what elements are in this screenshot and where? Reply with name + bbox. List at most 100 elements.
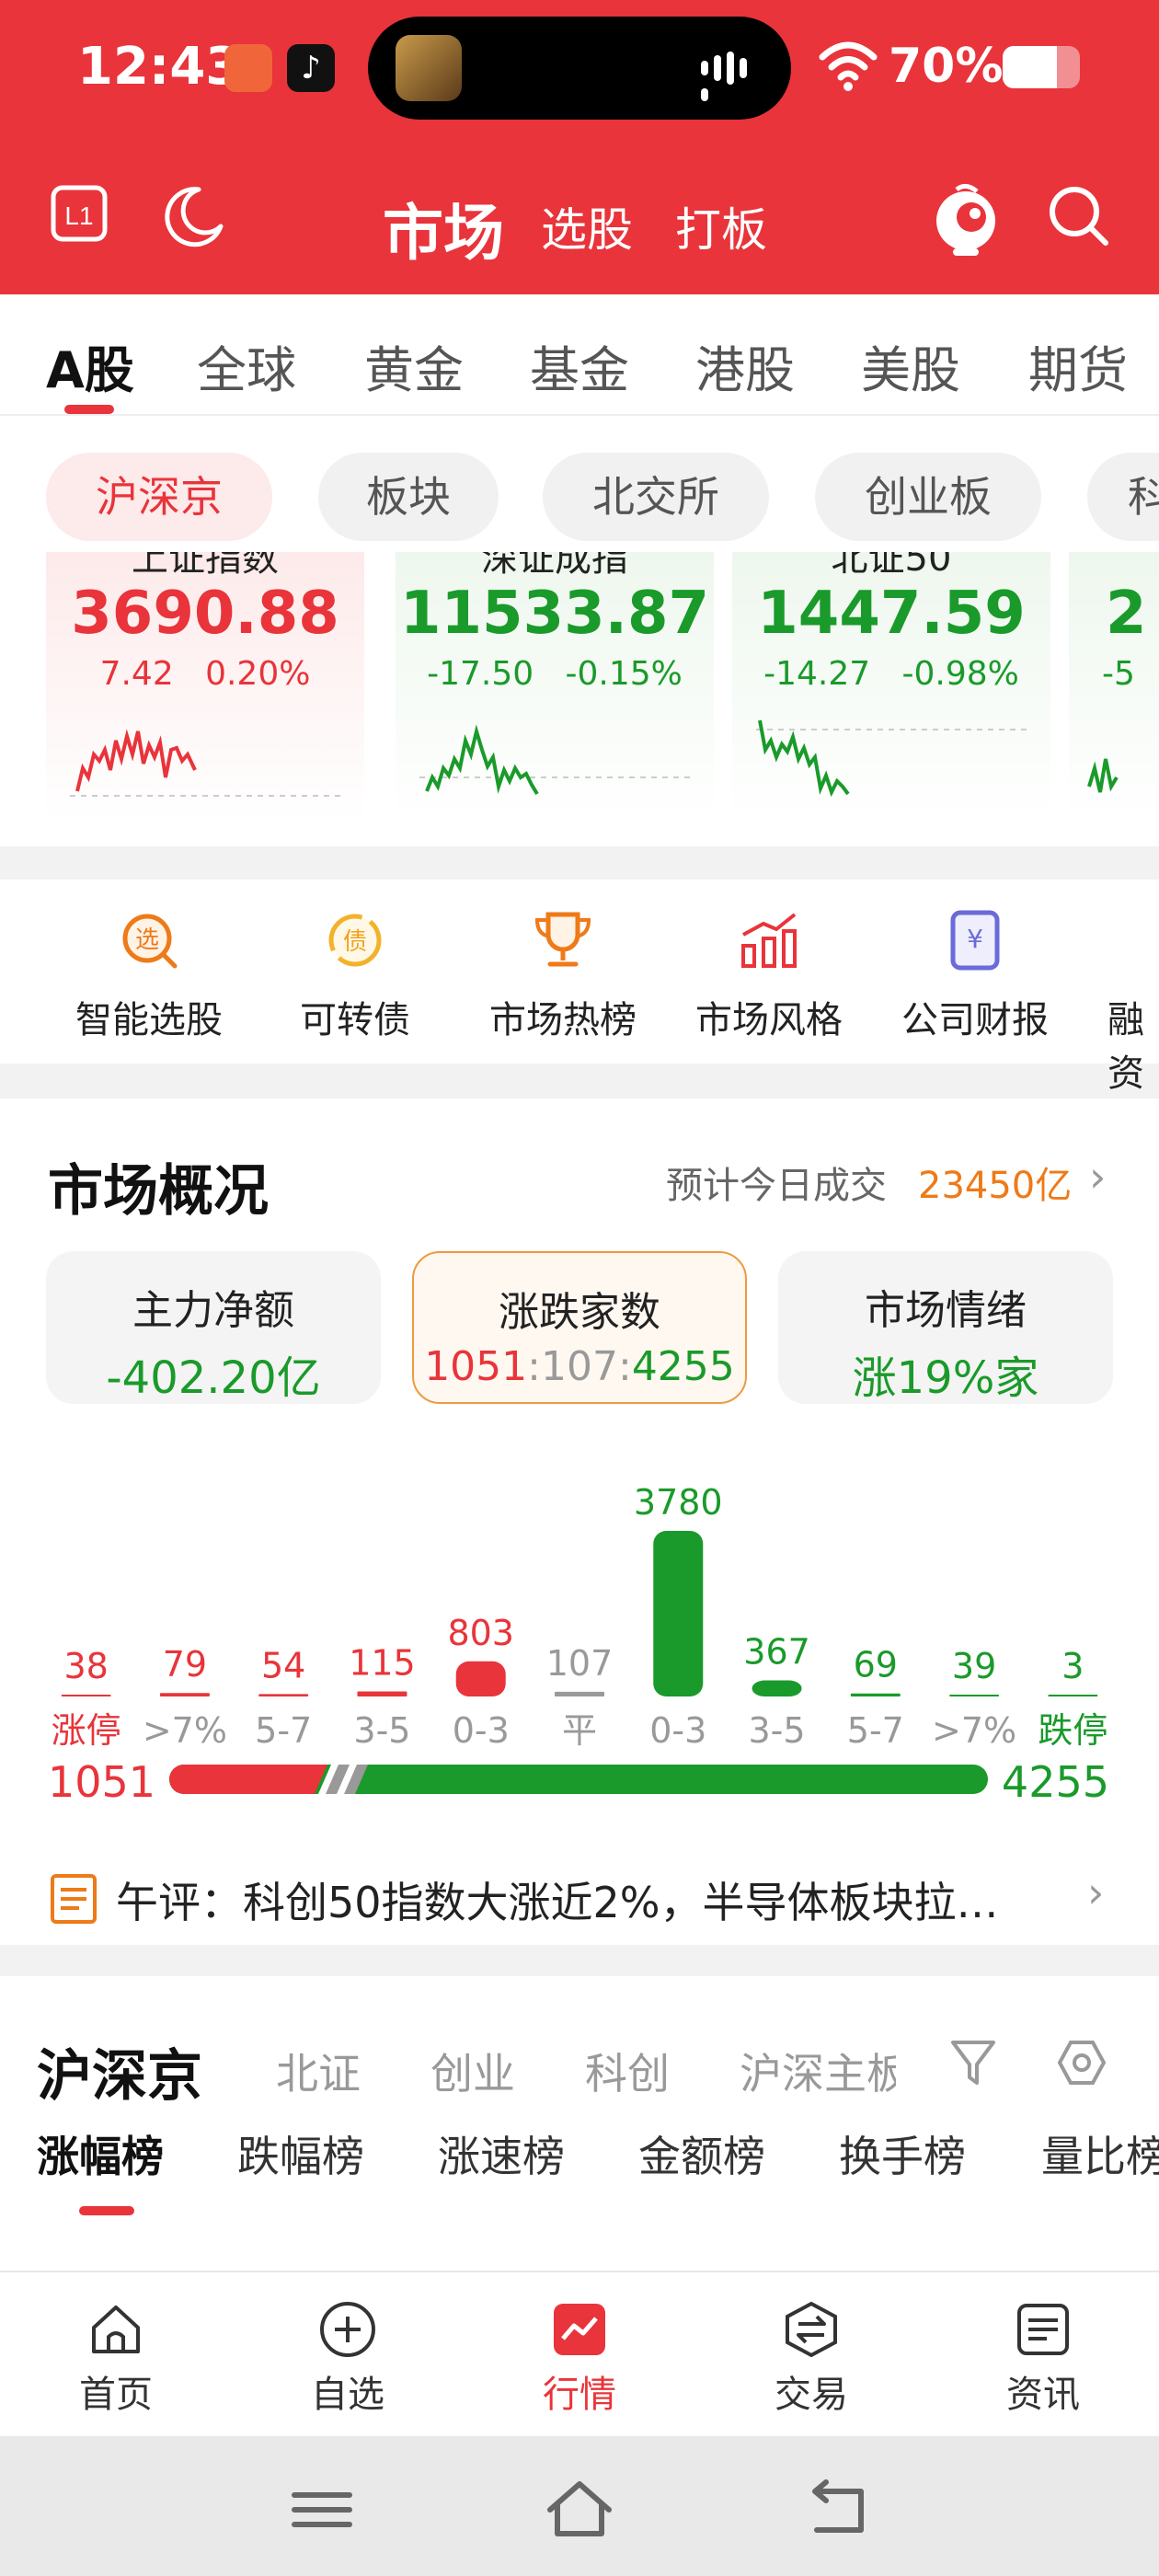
tab-stock-picking[interactable]: 选股 (541, 193, 633, 259)
news-headline: 午评：科创50指数大涨近2%，半导体板块拉… (116, 1878, 999, 1927)
distribution-chart: 38涨停79>7%545-71153-58030-3107平37800-3367… (52, 1482, 1108, 1751)
assistant-mascot-icon[interactable] (929, 180, 1003, 258)
index-value: 1447.59 (757, 580, 1026, 648)
page-title[interactable]: 市场 (383, 184, 504, 272)
battery-percent: 70% (889, 39, 1004, 94)
index-card-bse50[interactable]: 北证50 1447.59 -14.27 -0.98% (732, 552, 1050, 821)
status-time: 12:43 (77, 37, 242, 97)
quick-market-style[interactable]: 市场风格 (668, 907, 870, 1043)
distribution-value-label: 54 (261, 1645, 305, 1685)
distribution-bar (850, 1693, 901, 1696)
settings-icon[interactable] (1056, 2037, 1107, 2088)
ranking-sub-star[interactable]: 科创 (585, 2041, 670, 2101)
distribution-bar (258, 1694, 309, 1696)
tab-futures[interactable]: 期货 (1028, 329, 1128, 402)
ranking-sub-chinext[interactable]: 创业 (430, 2041, 515, 2101)
tab-us[interactable]: 美股 (861, 329, 960, 402)
estimated-turnover-label[interactable]: 预计今日成交 (666, 1156, 887, 1209)
index-name: 北证50 (831, 552, 952, 580)
distribution-bar (653, 1531, 704, 1696)
index-card-szse[interactable]: 深证成指 11533.87 -17.50 -0.15% (396, 552, 714, 821)
home-button-icon[interactable] (543, 2473, 616, 2547)
quick-convertible-bond[interactable]: 债 可转债 (254, 907, 456, 1043)
smart-pick-icon: 选 (122, 914, 178, 969)
audio-wave-icon (701, 52, 760, 101)
dynamic-island[interactable] (368, 17, 791, 120)
ranking-sub-main[interactable]: 沪深主板 (740, 2041, 896, 2101)
svg-text:债: 债 (343, 928, 367, 956)
menu-icon[interactable] (285, 2473, 359, 2547)
distribution-bar (455, 1661, 506, 1696)
quick-financing[interactable]: 融资 (1080, 907, 1159, 1097)
index-change: 7.42 0.20% (99, 655, 311, 693)
distribution-bar (949, 1695, 1000, 1696)
stat-advance-decline[interactable]: 涨跌家数 1051:107:4255 (412, 1251, 747, 1404)
chip-bse[interactable]: 北交所 (543, 453, 769, 541)
nav-trade[interactable]: 交易 (738, 2300, 885, 2418)
distribution-bar (61, 1695, 111, 1696)
chevron-right-icon[interactable]: › (1089, 1152, 1106, 1202)
rank-tab-volume-ratio[interactable]: 量比榜 (1041, 2123, 1159, 2184)
breadth-down-count: 4255 (1001, 1757, 1109, 1807)
finance-icon (1093, 907, 1159, 973)
nav-home[interactable]: 首页 (42, 2300, 189, 2418)
rank-tab-turnover[interactable]: 换手榜 (839, 2123, 966, 2184)
market-overview: 市场概况 预计今日成交 23450亿 › 主力净额 -402.20亿 涨跌家数 … (0, 1098, 1159, 1945)
level1-badge-icon[interactable]: L1 (50, 184, 109, 243)
tab-gold[interactable]: 黄金 (364, 329, 464, 402)
search-icon[interactable] (1047, 184, 1111, 248)
bottom-nav: 首页 自选 行情 交易 资讯 (0, 2271, 1159, 2436)
tab-a-shares[interactable]: A股 (46, 329, 134, 402)
stat-main-net[interactable]: 主力净额 -402.20亿 (46, 1251, 381, 1404)
add-circle-icon (320, 2302, 375, 2357)
market-icon (554, 2304, 605, 2355)
rank-tab-losers[interactable]: 跌幅榜 (237, 2123, 364, 2184)
chip-sector[interactable]: 板块 (318, 453, 499, 541)
night-mode-icon[interactable] (162, 184, 226, 248)
nav-watchlist[interactable]: 自选 (274, 2300, 421, 2418)
distribution-bar (1048, 1695, 1098, 1696)
index-card-sse[interactable]: 上证指数 3690.88 7.42 0.20% (46, 552, 364, 821)
index-card-partial[interactable]: 2 -5 (1069, 552, 1159, 821)
nav-market[interactable]: 行情 (506, 2300, 653, 2418)
rank-tab-amount[interactable]: 金额榜 (638, 2123, 765, 2184)
news-icon (1017, 2304, 1069, 2355)
active-tab-indicator (64, 405, 114, 414)
chip-shsz-bj[interactable]: 沪深京 (46, 453, 272, 541)
quick-functions: 选 智能选股 债 可转债 市场热榜 市场风格 ¥ 公司财报 融资 (0, 880, 1159, 1095)
tab-hk[interactable]: 港股 (695, 329, 795, 402)
distribution-value-label: 367 (743, 1632, 810, 1673)
index-value: 3690.88 (71, 580, 339, 648)
tab-funds[interactable]: 基金 (530, 329, 629, 402)
svg-text:¥: ¥ (967, 924, 983, 954)
quick-hot-list[interactable]: 市场热榜 (462, 907, 664, 1043)
estimated-turnover-value[interactable]: 23450亿 (918, 1156, 1072, 1209)
chip-chinext[interactable]: 创业板 (815, 453, 1041, 541)
index-change: -17.50 -0.15% (427, 655, 683, 693)
back-icon[interactable] (800, 2473, 874, 2547)
tab-global[interactable]: 全球 (197, 329, 296, 402)
media-thumbnail-icon (396, 35, 462, 101)
distribution-bar (357, 1691, 407, 1696)
ranking-section: 沪深京 北证 创业 科创 沪深主板 涨幅榜 跌幅榜 涨速榜 金额榜 换手榜 量比… (0, 1976, 1159, 2271)
quick-financial-report[interactable]: ¥ 公司财报 (874, 907, 1076, 1043)
news-summary[interactable]: 午评：科创50指数大涨近2%，半导体板块拉… › (0, 1853, 1159, 1945)
stat-sentiment[interactable]: 市场情绪 涨19%家 (778, 1251, 1113, 1404)
report-icon: ¥ (950, 910, 1000, 971)
article-icon (51, 1874, 97, 1924)
tab-limit-up[interactable]: 打板 (675, 193, 767, 259)
trade-icon (786, 2301, 837, 2358)
top-header: 12:43 ♪ 70% L1 市场 选股 打板 (0, 0, 1159, 294)
distribution-value-label: 107 (546, 1643, 614, 1684)
distribution-value-label: 38 (63, 1646, 108, 1686)
distribution-value-label: 3780 (634, 1482, 723, 1523)
distribution-value-label: 115 (349, 1643, 416, 1684)
ranking-sub-bse[interactable]: 北证 (276, 2041, 361, 2101)
filter-icon[interactable] (949, 2037, 997, 2088)
quick-smart-pick[interactable]: 选 智能选股 (48, 907, 250, 1043)
ranking-title[interactable]: 沪深京 (37, 2031, 202, 2111)
nav-news[interactable]: 资讯 (970, 2300, 1117, 2418)
rank-tab-gainers[interactable]: 涨幅榜 (37, 2123, 164, 2184)
rank-tab-speed[interactable]: 涨速榜 (438, 2123, 565, 2184)
distribution-value-label: 79 (163, 1644, 207, 1685)
